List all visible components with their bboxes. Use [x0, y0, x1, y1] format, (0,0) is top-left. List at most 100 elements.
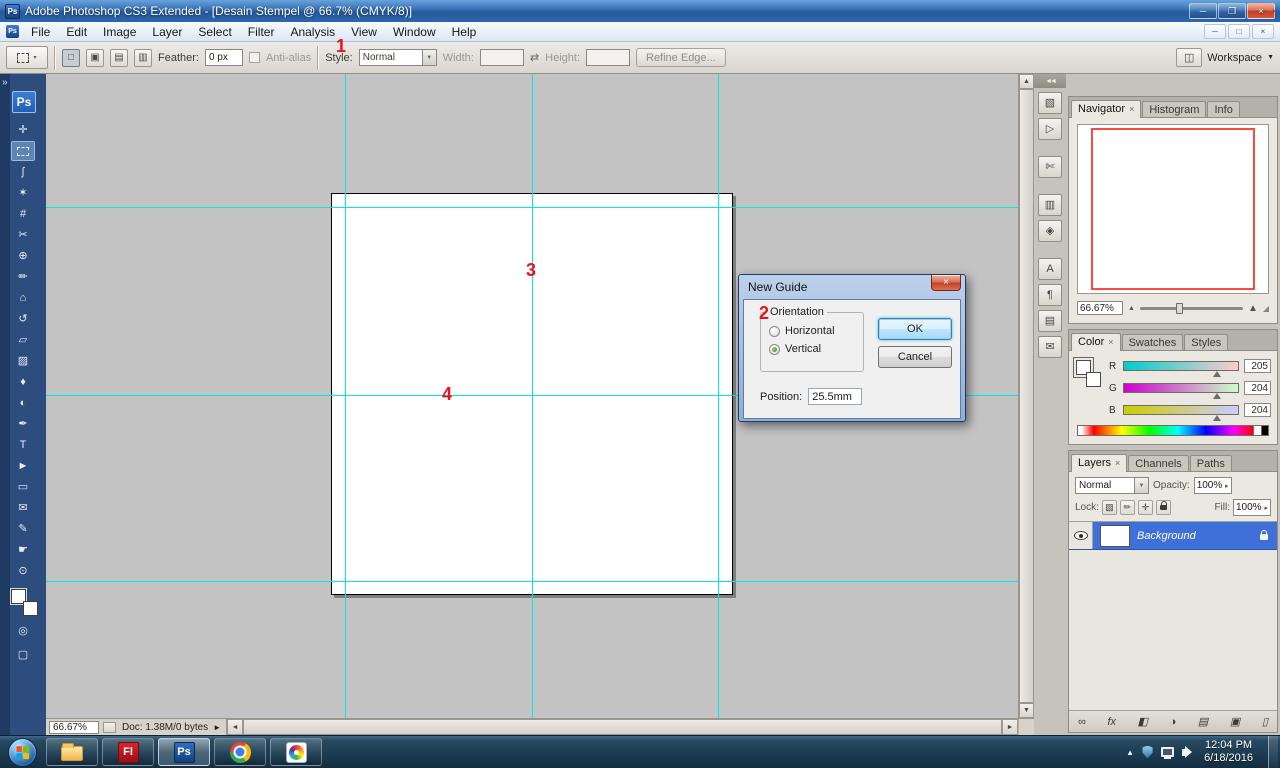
slice-tool[interactable]: ✂ — [11, 225, 35, 245]
tab-styles[interactable]: Styles — [1184, 334, 1229, 350]
crop-tool[interactable]: # — [11, 204, 35, 224]
guide-horizontal-3[interactable] — [46, 581, 1018, 582]
style-dropdown-icon[interactable]: ▼ — [421, 50, 436, 65]
tool-preset-picker[interactable]: ▾ — [6, 46, 48, 69]
new-adjustment-layer-icon[interactable]: ◑ — [1170, 716, 1177, 728]
position-input[interactable]: 25.5mm — [808, 388, 863, 405]
layer-comps-panel-button[interactable]: ▤ — [1038, 310, 1062, 332]
tab-layers[interactable]: Layers × — [1071, 454, 1128, 472]
zoom-out-icon[interactable]: ▲ — [1128, 305, 1135, 312]
new-selection-mode-button[interactable]: □ — [62, 48, 80, 67]
blend-dropdown-icon[interactable]: ▼ — [1134, 478, 1148, 493]
doc-restore-button[interactable]: □ — [1228, 24, 1250, 39]
subtract-selection-mode-button[interactable]: ▤ — [110, 48, 128, 67]
swap-width-height-icon[interactable]: ⇄ — [530, 51, 539, 64]
menu-select[interactable]: Select — [190, 23, 239, 41]
blend-mode-select[interactable]: Normal ▼ — [1075, 477, 1149, 494]
tool-presets-panel-button[interactable]: ▷ — [1038, 118, 1062, 140]
tab-histogram[interactable]: Histogram — [1142, 101, 1207, 117]
scroll-down-icon[interactable]: ▼ — [1019, 703, 1034, 718]
menu-window[interactable]: Window — [385, 23, 444, 41]
menu-file[interactable]: File — [23, 23, 58, 41]
new-group-icon[interactable]: ▤ — [1198, 715, 1208, 728]
new-layer-icon[interactable]: ▣ — [1230, 715, 1240, 728]
tab-close-icon[interactable]: × — [1115, 458, 1120, 468]
tab-paths[interactable]: Paths — [1189, 455, 1232, 471]
fill-input[interactable]: 100% ▸ — [1233, 499, 1271, 516]
zoom-slider-thumb[interactable] — [1175, 302, 1183, 314]
panel-close-icon[interactable]: × — [1272, 6, 1277, 16]
radio-option-horizontal[interactable]: Horizontal — [769, 325, 835, 337]
dodge-tool[interactable]: ◐ — [11, 393, 35, 413]
horizontal-scroll-thumb[interactable] — [243, 719, 1002, 735]
tab-close-icon[interactable]: × — [1129, 104, 1134, 114]
tab-navigator[interactable]: Navigator × — [1071, 100, 1142, 118]
taskbar-button-explorer[interactable] — [46, 738, 98, 766]
taskbar-button-photoshop[interactable]: Ps — [158, 738, 210, 766]
eraser-tool[interactable]: ▱ — [11, 330, 35, 350]
tab-info[interactable]: Info — [1207, 101, 1240, 117]
eyedropper-tool[interactable]: ✎ — [11, 519, 35, 539]
doc-close-button[interactable]: × — [1252, 24, 1274, 39]
notes-panel-button[interactable]: ✉ — [1038, 336, 1062, 358]
gradient-tool[interactable]: ▨ — [11, 351, 35, 371]
anti-alias-checkbox[interactable] — [248, 52, 260, 63]
guide-vertical-2[interactable] — [532, 74, 533, 718]
channel-slider-r[interactable] — [1123, 361, 1239, 377]
menu-filter[interactable]: Filter — [240, 23, 283, 41]
notes-tool[interactable]: ✉ — [11, 498, 35, 518]
fill-spin-icon[interactable]: ▸ — [1264, 504, 1268, 512]
taskbar-button-flash[interactable]: Fl — [102, 738, 154, 766]
guide-horizontal-1[interactable] — [46, 207, 1018, 208]
menu-edit[interactable]: Edit — [58, 23, 95, 41]
layer-row-background[interactable]: Background — [1069, 522, 1277, 550]
add-selection-mode-button[interactable]: ▣ — [86, 48, 104, 67]
character-panel-button[interactable]: A — [1038, 258, 1062, 280]
channel-slider-b[interactable] — [1123, 405, 1239, 421]
height-input[interactable] — [586, 49, 630, 66]
eye-icon[interactable] — [1073, 531, 1088, 540]
lasso-tool[interactable]: ʃ — [11, 162, 35, 182]
lock-image-pixels-button[interactable]: ✏ — [1119, 500, 1135, 515]
refine-edge-button[interactable]: Refine Edge... — [636, 48, 726, 67]
quick-selection-tool[interactable]: ✶ — [11, 183, 35, 203]
clone-source-panel-button[interactable]: ✄ — [1038, 156, 1062, 178]
taskbar-button-chrome[interactable] — [214, 738, 266, 766]
network-icon[interactable] — [1161, 747, 1175, 759]
quick-mask-button[interactable]: ◎ — [11, 621, 35, 641]
info-panel-button[interactable]: ◈ — [1038, 220, 1062, 242]
doc-minimize-button[interactable]: ─ — [1204, 24, 1226, 39]
menu-layer[interactable]: Layer — [144, 23, 190, 41]
panel-resize-icon[interactable]: ◢ — [1263, 304, 1269, 313]
vertical-scroll-thumb[interactable] — [1019, 89, 1034, 703]
screen-mode-button[interactable]: ▢ — [11, 645, 35, 665]
path-selection-tool[interactable]: ► — [11, 456, 35, 476]
guide-vertical-3[interactable] — [718, 74, 719, 718]
tab-color[interactable]: Color × — [1071, 333, 1121, 351]
navigator-preview[interactable] — [1077, 124, 1269, 294]
dialog-titlebar[interactable]: New Guide × — [743, 275, 961, 299]
brush-tool[interactable]: ✏ — [11, 267, 35, 287]
lock-position-button[interactable]: ✛ — [1137, 500, 1153, 515]
color-spectrum-ramp[interactable] — [1077, 425, 1253, 436]
opacity-input[interactable]: 100% ▸ — [1193, 477, 1232, 494]
cancel-button[interactable]: Cancel — [878, 346, 952, 368]
type-tool[interactable]: T — [11, 435, 35, 455]
black-swatch[interactable] — [1261, 426, 1268, 435]
zoom-in-icon[interactable]: ▲ — [1248, 303, 1258, 314]
tab-swatches[interactable]: Swatches — [1121, 334, 1184, 350]
navigator-view-box[interactable] — [1091, 128, 1255, 290]
ok-button[interactable]: OK — [878, 318, 952, 340]
delete-layer-icon[interactable]: ▯ — [1262, 715, 1268, 728]
dock-collapse-icon[interactable]: ◄◄ — [1034, 74, 1066, 88]
menu-image[interactable]: Image — [95, 23, 144, 41]
navigator-zoom-slider[interactable] — [1139, 302, 1243, 314]
tab-close-icon[interactable]: × — [1108, 337, 1113, 347]
window-titlebar[interactable]: Ps Adobe Photoshop CS3 Extended - [Desai… — [0, 0, 1280, 22]
horizontal-scrollbar[interactable]: ◄ ► — [226, 719, 1018, 735]
zoom-level-field[interactable]: 66.67% — [49, 720, 99, 734]
scroll-left-icon[interactable]: ◄ — [227, 719, 244, 735]
width-input[interactable] — [479, 49, 524, 66]
layer-thumbnail[interactable] — [1100, 524, 1130, 547]
history-brush-tool[interactable]: ↺ — [11, 309, 35, 329]
